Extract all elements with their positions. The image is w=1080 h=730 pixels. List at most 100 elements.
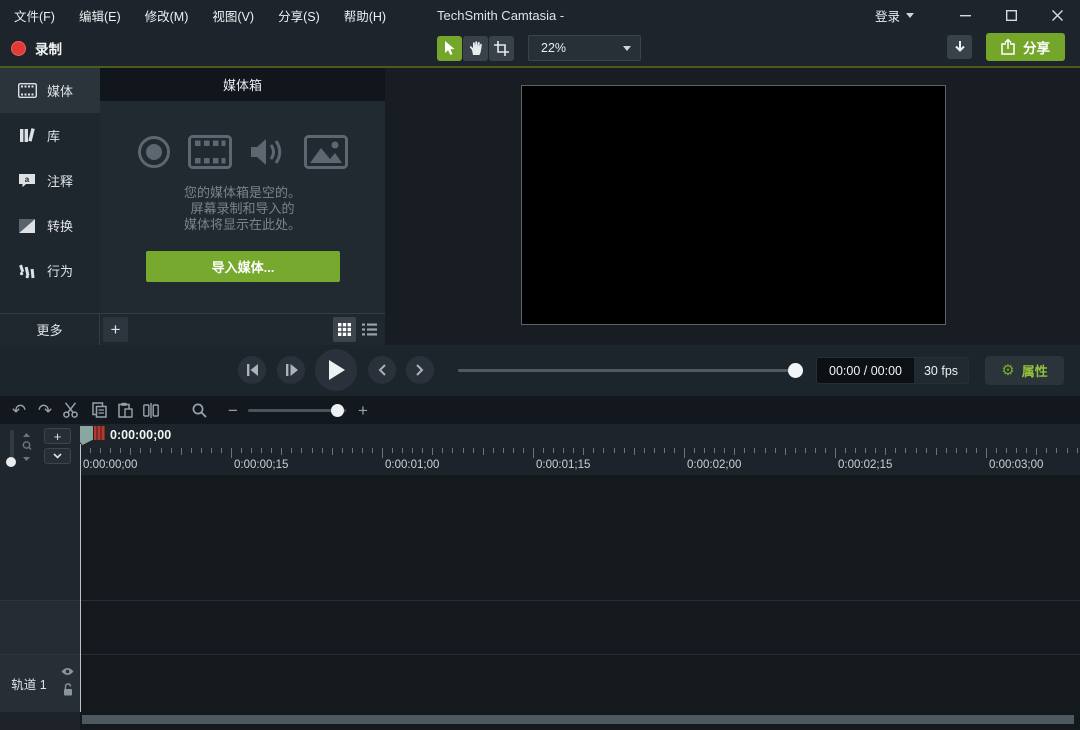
collapse-tracks-button[interactable] [44, 448, 71, 464]
scrub-slider[interactable] [458, 345, 803, 396]
record-button[interactable]: 录制 [11, 30, 62, 66]
ruler-label: 0:00:01;00 [385, 459, 439, 471]
cut-button[interactable] [60, 399, 82, 421]
sidebar-item-behaviors[interactable]: 行为 [0, 248, 100, 293]
track-divider [80, 600, 1080, 601]
track1-label: 轨道 1 [0, 655, 58, 712]
crop-tool-button[interactable] [489, 36, 514, 61]
ruler-label: 0:00:01;15 [536, 459, 590, 471]
sidebar-item-label: 媒体 [47, 81, 73, 100]
record-icon [11, 41, 26, 56]
jump-start-button[interactable] [368, 356, 396, 384]
undo-button[interactable]: ↶ [8, 399, 30, 421]
unlock-icon[interactable] [63, 683, 73, 696]
timeline-zoom-icon [188, 399, 210, 421]
ruler-label: 0:00:00;00 [83, 459, 137, 471]
scrub-handle[interactable] [788, 363, 803, 378]
sign-in-menu[interactable]: 登录 [875, 6, 914, 25]
paste-button[interactable] [114, 399, 136, 421]
books-icon [17, 128, 37, 143]
ruler-labels: 0:00:00;000:00:00;150:00:01;000:00:01;15… [80, 458, 1080, 475]
main-area: 媒体 库 a 注释 转换 [0, 68, 1080, 345]
menu-view[interactable]: 视图(V) [212, 6, 254, 25]
copy-button[interactable] [88, 399, 110, 421]
step-forward-icon [285, 364, 298, 376]
add-tab-button[interactable]: + [103, 317, 128, 342]
sidebar-item-transitions[interactable]: 转换 [0, 203, 100, 248]
sidebar-item-label: 行为 [47, 261, 73, 280]
horizontal-scrollbar[interactable] [82, 715, 1074, 724]
sidebar-item-label: 库 [47, 126, 60, 145]
fps-display[interactable]: 30 fps [914, 357, 968, 384]
scrub-track [458, 369, 803, 372]
share-label: 分享 [1023, 37, 1050, 57]
ruler-label: 0:00:03;00 [989, 459, 1043, 471]
share-icon [1001, 39, 1015, 55]
preview-stage[interactable] [521, 85, 946, 325]
menu-edit[interactable]: 编辑(E) [79, 6, 121, 25]
menu-modify[interactable]: 修改(M) [145, 6, 189, 25]
maximize-button[interactable] [988, 0, 1034, 30]
redo-button[interactable]: ↷ [34, 399, 56, 421]
step-forward-button[interactable] [277, 356, 305, 384]
sign-in-label: 登录 [875, 6, 900, 25]
transition-icon [17, 219, 37, 233]
tracks-background[interactable] [80, 475, 1080, 730]
canvas-zoom-value: 22% [541, 41, 623, 55]
share-button[interactable]: 分享 [986, 33, 1065, 61]
minimize-button[interactable] [942, 0, 988, 30]
selection-in-handle[interactable] [80, 426, 93, 445]
grid-view-button[interactable] [333, 317, 356, 342]
properties-button[interactable]: ⚙ 属性 [985, 356, 1064, 385]
sidebar-item-library[interactable]: 库 [0, 113, 100, 158]
track-height-slider[interactable] [10, 430, 14, 460]
playhead-line[interactable] [80, 444, 81, 712]
selection-out-handle[interactable] [94, 426, 105, 440]
play-button[interactable] [315, 349, 357, 391]
jump-end-button[interactable] [406, 356, 434, 384]
select-tool-button[interactable] [437, 36, 462, 61]
timeline-content[interactable]: 0:00:00;00 0:00:00;000:00:00;150:00:01;0… [80, 424, 1080, 730]
ruler-ticks [80, 448, 1080, 458]
eye-icon[interactable] [61, 667, 74, 676]
time-display: 00:00 / 00:00 30 fps [816, 357, 969, 384]
ruler-label: 0:00:02;00 [687, 459, 741, 471]
step-back-button[interactable] [238, 356, 266, 384]
scissors-icon [63, 402, 80, 418]
track-height-handle[interactable] [6, 457, 16, 467]
timeline-toolbar: ↶ ↷ − + [0, 396, 1080, 424]
track1-header[interactable]: 轨道 1 [0, 654, 80, 712]
cursor-icon [443, 41, 456, 56]
step-back-icon [246, 364, 259, 376]
list-view-button[interactable] [358, 317, 381, 342]
timeline-zoom-handle[interactable] [331, 404, 344, 417]
main-toolbar: 录制 22% 分享 [0, 30, 1080, 68]
menu-share[interactable]: 分享(S) [278, 6, 320, 25]
chevron-down-icon [623, 46, 631, 51]
download-button[interactable] [947, 35, 972, 59]
chevron-left-icon [378, 364, 386, 376]
canvas-zoom-select[interactable]: 22% [528, 35, 641, 61]
film-strip-icon [17, 83, 37, 98]
list-view-icon [362, 323, 377, 336]
media-bin-empty-text: 您的媒体箱是空的。 屏幕录制和导入的 媒体将显示在此处。 [100, 185, 385, 233]
download-arrow-icon [954, 41, 966, 54]
sidebar-item-annotations[interactable]: a 注释 [0, 158, 100, 203]
paste-icon [118, 402, 133, 418]
sidebar: 媒体 库 a 注释 转换 [0, 68, 100, 313]
menu-file[interactable]: 文件(F) [14, 6, 55, 25]
pan-tool-button[interactable] [463, 36, 488, 61]
import-media-button[interactable]: 导入媒体... [146, 251, 340, 282]
add-track-button[interactable]: + [44, 428, 71, 444]
sidebar-item-media[interactable]: 媒体 [0, 68, 100, 113]
menu-help[interactable]: 帮助(H) [344, 6, 386, 25]
minimize-icon [960, 10, 971, 21]
ruler-playhead-row[interactable]: 0:00:00;00 [80, 424, 1080, 448]
split-button[interactable] [140, 399, 162, 421]
close-button[interactable] [1034, 0, 1080, 30]
sidebar-more-button[interactable]: 更多 [0, 314, 100, 346]
record-label: 录制 [35, 38, 62, 58]
timeline-zoom-in-button[interactable]: + [352, 399, 374, 421]
timeline-zoom-out-button[interactable]: − [222, 399, 244, 421]
copy-icon [92, 402, 107, 418]
